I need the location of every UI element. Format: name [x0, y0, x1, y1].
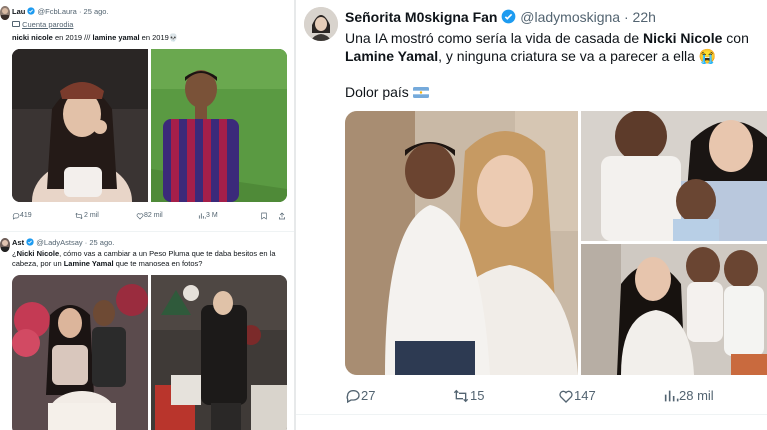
- photo-christmas[interactable]: [151, 275, 287, 430]
- photo-nicki-2019[interactable]: [12, 49, 148, 202]
- author-handle[interactable]: @LadyAstsay: [36, 238, 82, 247]
- author-name[interactable]: Ast: [12, 238, 24, 247]
- heart-icon: [559, 390, 573, 403]
- like-button[interactable]: 147: [558, 388, 596, 404]
- left-tweets-panel: Lau @FcbLaura · 25 ago. Cuenta parodia n…: [0, 0, 294, 430]
- tweet-ast[interactable]: Ast @LadyAstsay · 25 ago. ¿Nicki Nicole,…: [0, 232, 294, 430]
- views-button[interactable]: 3 M: [198, 212, 218, 221]
- tweet-text-second-line: Dolor país: [345, 84, 429, 100]
- reply-button[interactable]: 419: [12, 212, 32, 221]
- tweet-bottom-border: [296, 414, 767, 415]
- tweet-header: Ast @LadyAstsay · 25 ago.: [12, 238, 115, 248]
- views-button[interactable]: 28 mil: [663, 388, 714, 404]
- retweet-icon: [75, 212, 83, 220]
- views-icon: [664, 390, 679, 402]
- verified-badge-icon: [501, 9, 516, 27]
- photo-family-bottom-right[interactable]: [581, 244, 767, 375]
- author-name[interactable]: Señorita M0skigna Fan: [345, 9, 497, 25]
- tweet-time[interactable]: 25 ago.: [84, 7, 109, 16]
- tweet-media-grid[interactable]: [345, 111, 767, 375]
- retweet-button[interactable]: 15: [452, 388, 484, 404]
- like-button[interactable]: 82 mil: [136, 212, 163, 221]
- photo-family-main[interactable]: [345, 111, 578, 375]
- heart-icon: [136, 213, 144, 220]
- photo-lamine-2019[interactable]: [151, 49, 287, 202]
- tweet-actions: 27 15 147 28 mil: [345, 388, 765, 406]
- photo-family-top-right[interactable]: [581, 111, 767, 241]
- share-icon: [279, 212, 285, 220]
- verified-badge-icon: [26, 238, 34, 248]
- photo-party[interactable]: [12, 275, 148, 430]
- tweet-lau[interactable]: Lau @FcbLaura · 25 ago. Cuenta parodia n…: [0, 0, 294, 232]
- tweet-text: Una IA mostró como sería la vida de casa…: [345, 30, 749, 64]
- author-handle[interactable]: @FcbLaura: [38, 7, 77, 16]
- avatar[interactable]: [304, 7, 338, 41]
- bookmark-button[interactable]: [260, 212, 268, 222]
- main-tweet[interactable]: Señorita M0skigna Fan @ladymoskigna · 22…: [296, 0, 767, 430]
- tweet-media[interactable]: [12, 49, 287, 202]
- reply-button[interactable]: 27: [345, 388, 375, 404]
- retweet-icon: [453, 389, 469, 403]
- retweet-button[interactable]: 2 mil: [74, 212, 99, 221]
- tweet-actions: 419 2 mil 82 mil 3 M: [12, 212, 288, 222]
- tweet-time[interactable]: 22h: [633, 9, 656, 25]
- tweet-media[interactable]: [12, 275, 287, 430]
- tweet-text: ¿Nicki Nicole, cómo vas a cambiar a un P…: [12, 249, 276, 268]
- tweet-time[interactable]: 25 ago.: [89, 238, 114, 247]
- author-handle[interactable]: @ladymoskigna: [520, 9, 620, 25]
- author-name[interactable]: Lau: [12, 7, 25, 16]
- argentina-flag-icon: [412, 85, 429, 98]
- avatar[interactable]: [0, 238, 10, 252]
- parody-icon: [12, 21, 20, 27]
- views-icon: [198, 213, 206, 219]
- tweet-text: nicki nicole en 2019 /// lamine yamal en…: [12, 33, 179, 42]
- parody-label: Cuenta parodia: [12, 20, 73, 29]
- avatar[interactable]: [0, 6, 10, 20]
- verified-badge-icon: [27, 7, 36, 17]
- reply-icon: [346, 390, 360, 404]
- tweet-header: Señorita M0skigna Fan @ladymoskigna · 22…: [345, 9, 656, 27]
- bookmark-icon: [261, 212, 267, 220]
- share-button[interactable]: [278, 212, 286, 222]
- tweet-header: Lau @FcbLaura · 25 ago.: [12, 7, 109, 17]
- reply-icon: [12, 213, 20, 220]
